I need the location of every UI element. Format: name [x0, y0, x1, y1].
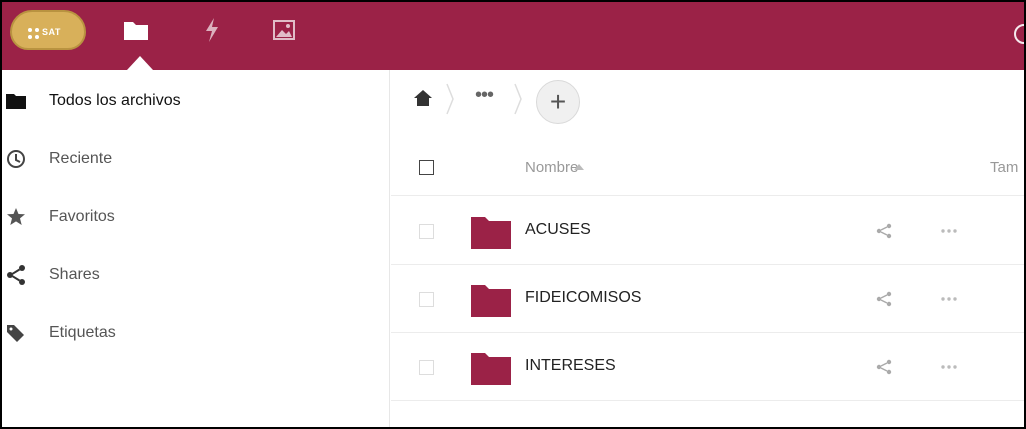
activity-app-button[interactable] — [198, 16, 226, 44]
files-main-panel: ••• + Nombre Tam ACUSES FIDEICOMISOS INT… — [391, 70, 1024, 427]
table-row[interactable]: INTERESES — [391, 333, 1024, 401]
star-icon — [7, 208, 25, 225]
folder-icon — [471, 353, 511, 385]
active-nav-indicator — [127, 56, 153, 70]
name-column-header[interactable]: Nombre — [525, 159, 578, 176]
logo-text: SAT — [42, 27, 61, 37]
tag-icon — [7, 325, 24, 342]
gallery-app-button[interactable] — [270, 16, 298, 44]
file-name[interactable]: ACUSES — [525, 221, 591, 239]
size-column-header[interactable]: Tam — [990, 159, 1018, 176]
logo-dots-icon — [28, 28, 39, 39]
table-row[interactable]: FIDEICOMISOS — [391, 265, 1024, 333]
sidebar-item-label: Shares — [49, 266, 100, 283]
sort-ascending-icon — [574, 164, 584, 170]
sidebar-item-label: Favoritos — [49, 208, 115, 225]
search-icon[interactable] — [1014, 24, 1024, 44]
files-app-button[interactable] — [122, 16, 150, 44]
sidebar-item-label: Todos los archivos — [49, 92, 181, 109]
folder-icon — [471, 285, 511, 317]
top-header: SAT — [2, 2, 1024, 70]
more-actions-icon[interactable] — [937, 362, 961, 372]
breadcrumb-separator — [514, 83, 522, 115]
sidebar-item-tags[interactable]: Etiquetas — [2, 304, 388, 362]
image-icon — [273, 20, 295, 40]
sidebar-item-favorites[interactable]: Favoritos — [2, 188, 388, 246]
new-item-button[interactable]: + — [536, 80, 580, 124]
folder-icon — [6, 94, 26, 109]
sat-logo[interactable]: SAT — [10, 10, 86, 50]
select-all-checkbox[interactable] — [419, 160, 434, 175]
row-checkbox[interactable] — [419, 360, 434, 375]
sidebar: Todos los archivos Reciente Favoritos Sh… — [2, 70, 390, 427]
sidebar-item-label: Reciente — [49, 150, 113, 167]
file-name[interactable]: FIDEICOMISOS — [525, 289, 641, 307]
breadcrumb-separator — [446, 83, 454, 115]
file-list-header: Nombre Tam — [391, 140, 1024, 196]
lightning-icon — [206, 18, 218, 42]
share-icon[interactable] — [875, 290, 893, 308]
more-actions-icon[interactable] — [937, 226, 961, 236]
file-name[interactable]: INTERESES — [525, 357, 616, 375]
sidebar-item-label: Etiquetas — [49, 324, 116, 341]
folder-icon — [471, 217, 511, 249]
breadcrumb-more-button[interactable]: ••• — [475, 85, 503, 108]
share-icon[interactable] — [875, 222, 893, 240]
folder-icon — [124, 22, 148, 40]
sidebar-item-all-files[interactable]: Todos los archivos — [2, 72, 388, 130]
row-checkbox[interactable] — [419, 224, 434, 239]
more-actions-icon[interactable] — [937, 294, 961, 304]
sidebar-item-recent[interactable]: Reciente — [2, 130, 388, 188]
share-icon[interactable] — [875, 358, 893, 376]
file-manager-window: SAT Todos los archivos Reciente Favorito… — [0, 0, 1026, 429]
sidebar-item-shares[interactable]: Shares — [2, 246, 388, 304]
clock-icon — [7, 150, 25, 168]
row-checkbox[interactable] — [419, 292, 434, 307]
share-icon — [7, 265, 25, 285]
home-icon[interactable] — [413, 88, 433, 108]
table-row[interactable]: ACUSES — [391, 197, 1024, 265]
